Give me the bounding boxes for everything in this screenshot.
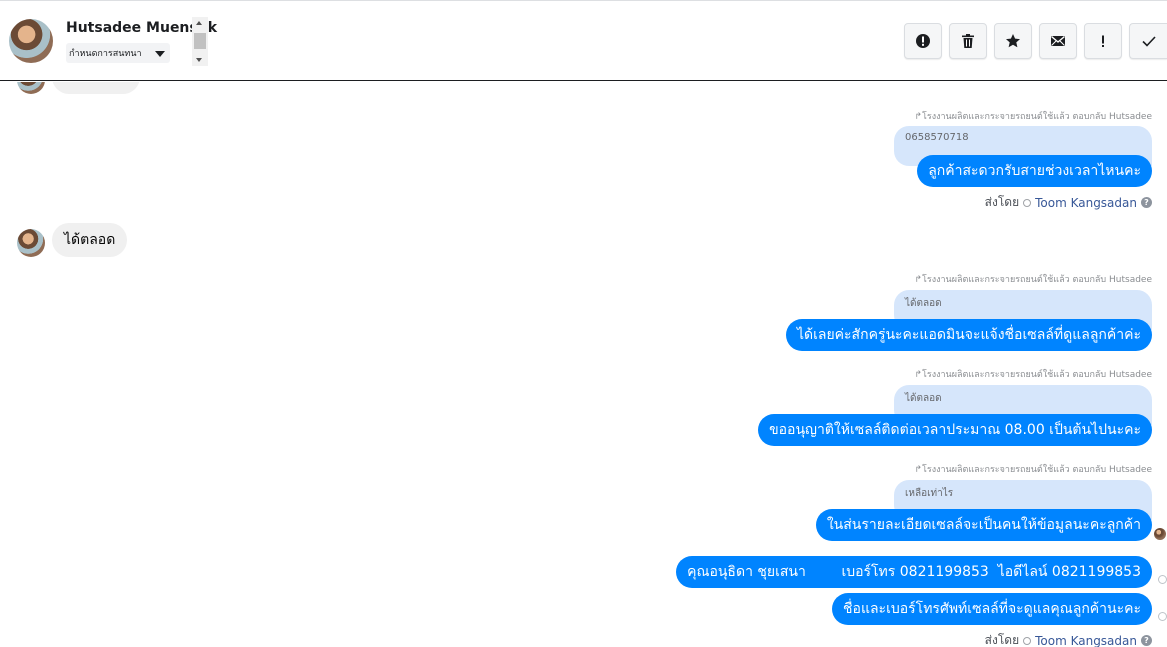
sent-by-info: ส่งโดย Toom Kangsadan ? bbox=[985, 193, 1152, 212]
conversation-label-text: กำหนดการสนทนา bbox=[69, 49, 142, 59]
caret-down-icon bbox=[155, 51, 165, 57]
agent-status-icon bbox=[1023, 198, 1032, 207]
incoming-message-bubble[interactable]: ได้ตลอด bbox=[52, 223, 128, 257]
reply-meta: ↱โรงงานผลิตและกระจายรถยนต์ใช้แล้ว ตอบกลั… bbox=[914, 275, 1153, 285]
scroll-thumb[interactable] bbox=[194, 33, 206, 49]
star-button[interactable] bbox=[994, 23, 1032, 59]
delivered-check-icon bbox=[1158, 575, 1167, 584]
scroll-down-arrow-icon[interactable] bbox=[196, 58, 202, 62]
envelope-icon bbox=[1051, 35, 1065, 46]
conversation-label-dropdown[interactable]: กำหนดการสนทนา bbox=[66, 43, 170, 63]
agent-name[interactable]: Toom Kangsadan bbox=[1035, 196, 1137, 210]
mark-unread-button[interactable] bbox=[1039, 23, 1077, 59]
help-icon[interactable]: ? bbox=[1141, 197, 1152, 208]
delivered-check-icon bbox=[1158, 612, 1167, 621]
reply-meta: ↱โรงงานผลิตและกระจายรถยนต์ใช้แล้ว ตอบกลั… bbox=[914, 370, 1153, 380]
outgoing-message-bubble[interactable]: ลูกค้าสะดวกรับสายช่วงเวลาไหนคะ bbox=[917, 155, 1152, 187]
reply-arrow-icon: ↱ bbox=[914, 112, 923, 122]
star-icon bbox=[1006, 34, 1020, 48]
reply-meta: ↱โรงงานผลิตและกระจายรถยนต์ใช้แล้ว ตอบกลั… bbox=[914, 465, 1153, 475]
exclamation-icon bbox=[1102, 35, 1104, 47]
contact-avatar[interactable] bbox=[9, 19, 53, 63]
mark-done-button[interactable] bbox=[1129, 23, 1167, 59]
seen-avatar bbox=[1154, 528, 1166, 540]
checkmark-icon bbox=[1141, 36, 1156, 47]
conversation-header: Hutsadee Muensuk กำหนดการสนทนา bbox=[0, 0, 1167, 81]
outgoing-message-bubble[interactable]: คุณอนุธิดา ชุยเสนา เบอร์โทร 0821199853 ไ… bbox=[676, 556, 1152, 588]
agent-status-icon bbox=[1023, 636, 1032, 645]
message-thread[interactable]: ↱โรงงานผลิตและกระจายรถยนต์ใช้แล้ว ตอบกลั… bbox=[0, 82, 1167, 647]
agent-name[interactable]: Toom Kangsadan bbox=[1035, 634, 1137, 647]
outgoing-message-bubble[interactable]: ในส่นรายละเอียดเซลล์จะเป็นคนให้ข้อมูลนะค… bbox=[815, 509, 1152, 541]
reply-arrow-icon: ↱ bbox=[914, 465, 923, 475]
reply-meta: ↱โรงงานผลิตและกระจายรถยนต์ใช้แล้ว ตอบกลั… bbox=[914, 112, 1153, 122]
reply-arrow-icon: ↱ bbox=[914, 370, 923, 380]
outgoing-message-bubble[interactable]: ขออนุญาติให้เซลล์ติดต่อเวลาประมาณ 08.00 … bbox=[758, 414, 1152, 446]
sent-by-info: ส่งโดย Toom Kangsadan ? bbox=[985, 631, 1152, 647]
mark-spam-button[interactable] bbox=[904, 23, 942, 59]
alert-circle-icon bbox=[916, 34, 930, 48]
conversation-toolbar bbox=[904, 23, 1167, 59]
trash-icon bbox=[962, 34, 974, 48]
contact-avatar-small[interactable] bbox=[17, 82, 45, 94]
contact-avatar-small[interactable] bbox=[17, 229, 45, 257]
incoming-message-bubble[interactable] bbox=[52, 82, 140, 94]
reply-arrow-icon: ↱ bbox=[914, 275, 923, 285]
follow-up-button[interactable] bbox=[1084, 23, 1122, 59]
label-scrollbar[interactable] bbox=[192, 17, 208, 66]
outgoing-message-bubble[interactable]: ชื่อและเบอร์โทรศัพท์เซลล์ที่จะดูแลคุณลูก… bbox=[832, 593, 1152, 625]
outgoing-message-bubble[interactable]: ได้เลยค่ะสักครู่นะคะแอดมินจะแจ้งชื่อเซลล… bbox=[785, 319, 1152, 351]
delete-button[interactable] bbox=[949, 23, 987, 59]
scroll-up-arrow-icon[interactable] bbox=[196, 21, 202, 25]
help-icon[interactable]: ? bbox=[1141, 635, 1152, 646]
